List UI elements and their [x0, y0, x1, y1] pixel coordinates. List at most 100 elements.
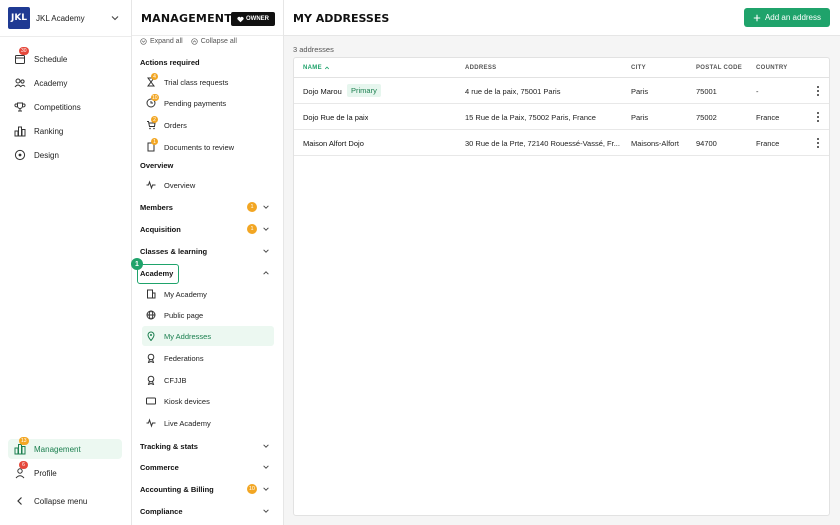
row-postal: 75002 [696, 113, 717, 122]
table-row[interactable]: Maison Alfort Dojo 30 Rue de la Prte, 72… [294, 130, 829, 156]
group-count: 1 [247, 202, 257, 212]
nav-item-design[interactable]: Design [8, 145, 122, 165]
documents-to-review-item[interactable]: 1 Documents to review [142, 137, 274, 157]
nav-label: Competitions [34, 102, 81, 112]
group-classes-learning[interactable]: Classes & learning [140, 242, 270, 260]
pulse-icon [146, 180, 156, 190]
nav-item-ranking[interactable]: Ranking [8, 121, 122, 141]
item-label: Overview [164, 180, 196, 190]
row-country: France [756, 139, 780, 148]
collapse-menu-button[interactable]: Collapse menu [8, 491, 122, 511]
nav-label: Collapse menu [34, 496, 88, 506]
group-accounting-billing[interactable]: Accounting & Billing 10 [140, 480, 270, 498]
nav-label: Profile [34, 468, 57, 478]
expand-collapse-controls: Expand all Collapse all [140, 38, 237, 45]
column-header-name[interactable]: NAME [303, 65, 330, 71]
row-address: 15 Rue de la Paix, 75002 Paris, France [465, 113, 596, 122]
nav-item-management[interactable]: 13 Management [8, 437, 122, 459]
people-icon [14, 77, 26, 89]
group-label: Classes & learning [140, 246, 208, 256]
cart-icon: 2 [146, 116, 158, 130]
org-logo: JKL [8, 7, 30, 29]
my-addresses-item[interactable]: My Addresses [142, 326, 274, 346]
item-label: CFJJB [164, 375, 187, 385]
group-label: Accounting & Billing [140, 484, 214, 494]
addresses-table: NAME ADDRESS CITY POSTAL CODE COUNTRY Do… [293, 57, 830, 516]
nav-item-academy[interactable]: Academy [8, 73, 122, 93]
chevron-down-icon [263, 487, 269, 491]
nav-item-schedule[interactable]: 30 Schedule [8, 47, 122, 69]
overview-item[interactable]: Overview [142, 175, 274, 195]
cfjjb-item[interactable]: CFJJB [142, 370, 274, 390]
expand-icon [140, 38, 147, 45]
group-compliance[interactable]: Compliance [140, 502, 270, 520]
owner-label: OWNER [246, 16, 269, 22]
column-header-postal-code[interactable]: POSTAL CODE [696, 65, 742, 71]
table-row[interactable]: Dojo Rue de la paix 15 Rue de la Paix, 7… [294, 104, 829, 130]
item-badge: 10 [151, 94, 159, 101]
more-options-icon[interactable] [815, 137, 821, 149]
kiosk-devices-item[interactable]: Kiosk devices [142, 391, 274, 411]
group-members[interactable]: Members 1 [140, 198, 270, 216]
palette-icon [14, 149, 26, 161]
group-count: 1 [247, 224, 257, 234]
step-number: 1 [131, 258, 143, 270]
more-options-icon[interactable] [815, 111, 821, 123]
management-panel: MANAGEMENT OWNER Expand all Collapse all… [132, 0, 284, 525]
federations-item[interactable]: Federations [142, 348, 274, 368]
nav-label: Academy [34, 78, 68, 88]
group-label: Tracking & stats [140, 441, 198, 451]
column-header-country[interactable]: COUNTRY [756, 65, 788, 71]
sort-up-icon [324, 66, 329, 70]
my-academy-item[interactable]: My Academy [142, 284, 274, 304]
overview-title: Overview [140, 161, 174, 170]
add-address-label: Add an address [764, 13, 822, 22]
item-badge: 1 [151, 138, 158, 145]
live-academy-item[interactable]: Live Academy [142, 413, 274, 433]
column-header-city[interactable]: CITY [631, 65, 646, 71]
group-commerce[interactable]: Commerce [140, 458, 270, 476]
row-address: 30 Rue de la Prte, 72140 Rouessé-Vassé, … [465, 139, 620, 148]
clock-icon: 10 [146, 94, 159, 108]
pulse-icon [146, 418, 156, 428]
pending-payments-item[interactable]: 10 Pending payments [142, 93, 274, 113]
collapse-icon [191, 38, 198, 45]
org-switcher[interactable]: JKL JKL Academy [8, 7, 126, 29]
column-label: NAME [303, 65, 322, 71]
owner-badge: OWNER [231, 12, 275, 26]
divider [132, 35, 283, 36]
page-title: MY ADDRESSES [293, 12, 390, 25]
column-header-address[interactable]: ADDRESS [465, 65, 496, 71]
nav-item-profile[interactable]: 6 Profile [8, 461, 122, 483]
row-city: Paris [631, 113, 649, 122]
table-row[interactable]: Dojo Marou Primary 4 rue de la paix, 750… [294, 78, 829, 104]
expand-all-button[interactable]: Expand all [140, 38, 183, 45]
org-name: JKL Academy [36, 13, 85, 23]
medal-icon [146, 353, 156, 364]
group-label: Acquisition [140, 224, 181, 234]
collapse-all-button[interactable]: Collapse all [191, 38, 237, 45]
medal-icon [146, 375, 156, 386]
user-icon: 6 [14, 461, 28, 479]
chevron-down-icon [263, 205, 269, 209]
group-label: Compliance [140, 506, 183, 516]
group-acquisition[interactable]: Acquisition 1 [140, 220, 270, 238]
trial-class-requests-item[interactable]: 4 Trial class requests [142, 72, 274, 92]
more-options-icon[interactable] [815, 85, 821, 97]
divider [0, 36, 131, 37]
nav-item-competitions[interactable]: Competitions [8, 97, 122, 117]
item-label: Trial class requests [164, 77, 229, 87]
orders-item[interactable]: 2 Orders [142, 115, 274, 135]
tablet-icon [146, 396, 156, 406]
public-page-item[interactable]: Public page [142, 305, 274, 325]
schedule-badge: 30 [19, 47, 29, 55]
row-address: 4 rue de la paix, 75001 Paris [465, 87, 561, 96]
add-address-button[interactable]: Add an address [744, 8, 830, 27]
group-tracking-stats[interactable]: Tracking & stats [140, 437, 270, 455]
chevron-down-icon [263, 465, 269, 469]
building-icon [146, 289, 156, 299]
chevron-up-icon [263, 271, 269, 275]
group-label: Members [140, 202, 173, 212]
main-header: MY ADDRESSES Add an address [284, 0, 840, 36]
nav-label: Management [34, 444, 81, 454]
